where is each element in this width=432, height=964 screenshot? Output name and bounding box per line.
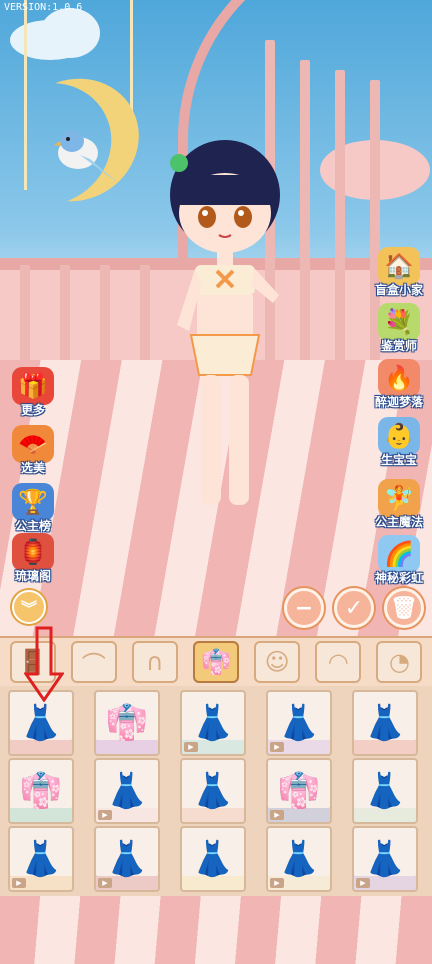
fence-bar bbox=[140, 265, 150, 365]
dress-icon: 👗 bbox=[191, 771, 235, 811]
dress-icon: 👗 bbox=[105, 771, 149, 811]
outfit-item[interactable]: 👗 ▶ bbox=[352, 826, 418, 892]
magic-icon: 🧚 bbox=[378, 479, 420, 517]
red-arrow-icon bbox=[24, 626, 64, 702]
outfit-item[interactable]: 👗 ▶ bbox=[8, 826, 74, 892]
outfit-item[interactable]: 👘 bbox=[8, 758, 74, 824]
tab-bangs[interactable]: ◠ bbox=[315, 641, 362, 683]
dream-label: 醉迦梦落 bbox=[374, 395, 423, 409]
appraiser-button[interactable]: 💐 鉴赏师 bbox=[370, 296, 428, 354]
outfit-item[interactable]: 👘 ▶ bbox=[266, 758, 332, 824]
house-icon: 🏠 bbox=[378, 247, 420, 285]
shop-icon: 🏮 bbox=[12, 533, 54, 571]
more-label: 更多 bbox=[20, 403, 45, 417]
swing-rope bbox=[130, 0, 133, 120]
hair-front-icon: ⌒ bbox=[81, 650, 106, 679]
dress-icon: 👗 bbox=[277, 703, 321, 743]
dress-icon: 👗 bbox=[363, 839, 407, 879]
fence-bar bbox=[20, 265, 30, 365]
more-button[interactable]: 🎁 更多 bbox=[4, 360, 62, 418]
dress-icon: 👗 bbox=[191, 703, 235, 743]
tab-face[interactable]: ☺ bbox=[254, 641, 301, 683]
collapse-button[interactable]: ︾ bbox=[12, 590, 46, 624]
video-ad-icon: ▶ bbox=[270, 742, 284, 752]
glass-pavilion-button[interactable]: 🏮 琉璃阁 bbox=[4, 526, 62, 584]
dress-icon: 👗 bbox=[105, 839, 149, 879]
flame-icon: 🔥 bbox=[378, 359, 420, 397]
delete-button[interactable]: 🗑 bbox=[384, 588, 424, 628]
bangs-icon: ◠ bbox=[327, 648, 349, 676]
cloud bbox=[40, 8, 100, 58]
video-ad-icon: ▶ bbox=[98, 878, 112, 888]
tab-hair-front[interactable]: ⌒ bbox=[70, 641, 117, 683]
outfit-item[interactable]: 👗 bbox=[180, 826, 246, 892]
outfit-item[interactable]: 👗 bbox=[352, 690, 418, 756]
confirm-button[interactable]: ✓ bbox=[334, 588, 374, 628]
head-icon: ◔ bbox=[388, 648, 410, 676]
parrot-icon bbox=[54, 130, 118, 183]
mystery-rainbow-button[interactable]: 🌈 神秘彩虹 bbox=[370, 528, 428, 586]
doll-character[interactable] bbox=[155, 135, 295, 515]
blind-box-home-button[interactable]: 🏠 盲盒小家 bbox=[370, 240, 428, 298]
outfit-item[interactable]: 👗 ▶ bbox=[94, 826, 160, 892]
fan-icon: 🪭 bbox=[12, 425, 54, 463]
have-baby-label: 生宝宝 bbox=[380, 453, 417, 467]
tab-dress[interactable]: 👘 bbox=[192, 641, 239, 683]
glass-pavilion-label: 琉璃阁 bbox=[14, 569, 51, 583]
video-ad-icon: ▶ bbox=[270, 810, 284, 820]
bottom-floor bbox=[0, 896, 432, 964]
dressup-scene bbox=[0, 0, 432, 636]
dress-icon: 👗 bbox=[363, 703, 407, 743]
gift-icon: 🎁 bbox=[12, 367, 54, 405]
dress-icon: 👘 bbox=[105, 703, 149, 743]
outfit-grid: 👗 👘 👗 ▶ 👗 ▶ 👗 👘 👗 ▶ 👗 👘 ▶ 👗 👗 ▶ 👗 ▶ 👗 👗 ▶ 👗 ▶ bbox=[0, 686, 432, 896]
video-ad-icon: ▶ bbox=[270, 878, 284, 888]
video-ad-icon: ▶ bbox=[184, 742, 198, 752]
outfit-item[interactable]: 👗 ▶ bbox=[94, 758, 160, 824]
outfit-item[interactable]: 👗 ▶ bbox=[180, 690, 246, 756]
dress-icon: 👗 bbox=[363, 771, 407, 811]
tab-hair-back[interactable]: ∩ bbox=[131, 641, 178, 683]
outfit-item[interactable]: 👗 ▶ bbox=[266, 690, 332, 756]
princess-magic-button[interactable]: 🧚 公主魔法 bbox=[370, 472, 428, 530]
outfit-item[interactable]: 👘 bbox=[94, 690, 160, 756]
dress-icon: 👘 bbox=[201, 648, 231, 676]
dress-icon: 👗 bbox=[19, 839, 63, 879]
mystery-rainbow-label: 神秘彩虹 bbox=[374, 571, 423, 585]
tab-head[interactable]: ◔ bbox=[376, 641, 423, 683]
outfit-item[interactable]: 👗 bbox=[180, 758, 246, 824]
dress-icon: 👘 bbox=[19, 771, 63, 811]
dress-icon: 👗 bbox=[19, 703, 63, 743]
video-ad-icon: ▶ bbox=[98, 810, 112, 820]
version-label: VERSION:1.0.6 bbox=[4, 2, 83, 13]
hair-back-icon: ∩ bbox=[146, 648, 164, 676]
have-baby-button[interactable]: 👶 生宝宝 bbox=[370, 410, 428, 468]
baby-icon: 👶 bbox=[378, 417, 420, 455]
outfit-item[interactable]: 👗 bbox=[352, 758, 418, 824]
cage-bar bbox=[300, 60, 310, 370]
video-ad-icon: ▶ bbox=[356, 878, 370, 888]
dress-icon: 👗 bbox=[191, 839, 235, 879]
cage-bar bbox=[335, 70, 345, 370]
rainbow-icon: 🌈 bbox=[378, 535, 420, 573]
dress-icon: 👘 bbox=[277, 771, 321, 811]
bouquet-icon: 💐 bbox=[378, 303, 420, 341]
beauty-contest-button[interactable]: 🪭 选美 bbox=[4, 418, 62, 476]
fence-bar bbox=[100, 265, 110, 365]
beauty-contest-label: 选美 bbox=[20, 461, 45, 475]
category-tabs: 🚪 ⌒ ∩ 👘 ☺ ◠ ◔ bbox=[0, 636, 432, 686]
fence-bar bbox=[60, 265, 70, 365]
dress-icon: 👗 bbox=[277, 839, 321, 879]
zoom-out-button[interactable]: − bbox=[284, 588, 324, 628]
face-icon: ☺ bbox=[264, 648, 290, 676]
trophy-icon: 🏆 bbox=[12, 483, 54, 521]
outfit-item[interactable]: 👗 ▶ bbox=[266, 826, 332, 892]
video-ad-icon: ▶ bbox=[12, 878, 26, 888]
dream-button[interactable]: 🔥 醉迦梦落 bbox=[370, 352, 428, 410]
